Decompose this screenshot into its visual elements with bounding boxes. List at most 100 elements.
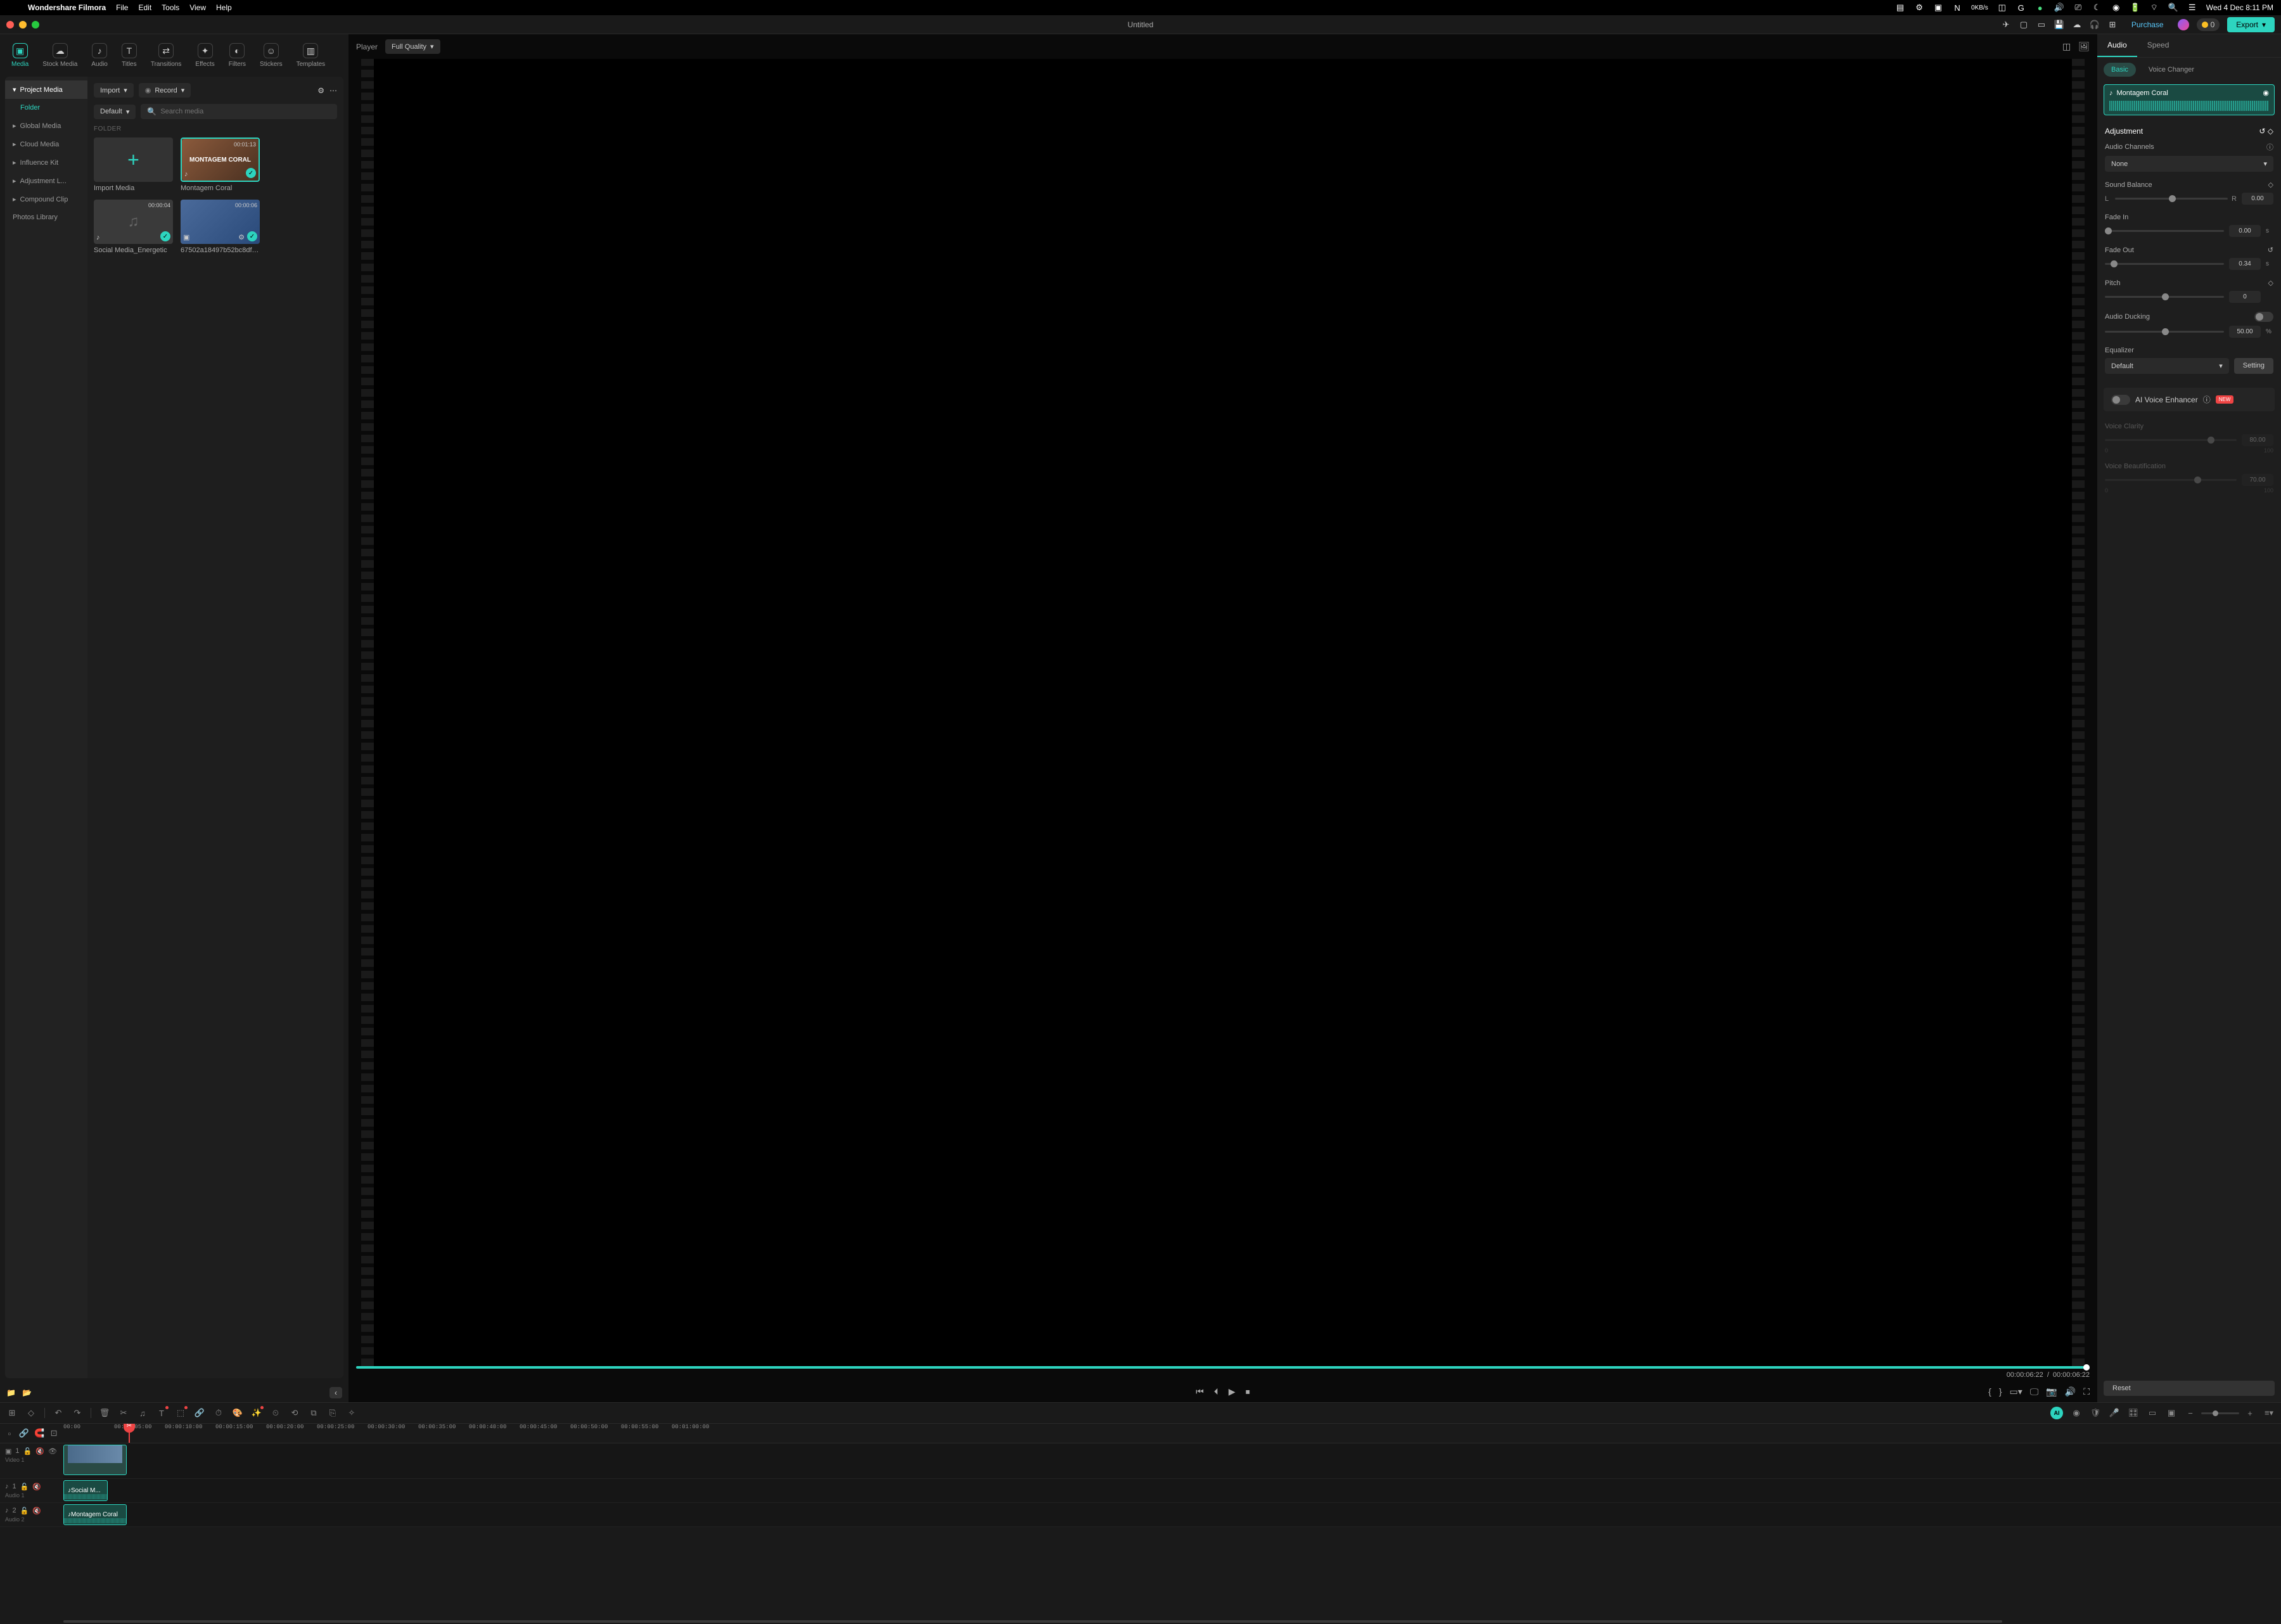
- reset-button[interactable]: Reset: [2104, 1381, 2275, 1396]
- audio-channels-select[interactable]: None▾: [2105, 156, 2273, 172]
- delete-icon[interactable]: 🗑: [99, 1407, 110, 1419]
- save-icon[interactable]: 💾: [2054, 20, 2064, 30]
- quality-dropdown[interactable]: Full Quality▾: [385, 39, 440, 54]
- playhead[interactable]: ✂: [129, 1424, 130, 1443]
- audio-track-icon[interactable]: ♪: [5, 1507, 9, 1515]
- record-dropdown[interactable]: ◉Record▾: [139, 83, 191, 98]
- tab-templates[interactable]: ▥Templates: [290, 39, 332, 72]
- tab-transitions[interactable]: ⇄Transitions: [144, 39, 188, 72]
- prev-frame-button[interactable]: ⏮: [1196, 1386, 1204, 1397]
- playhead-handle-icon[interactable]: ✂: [124, 1424, 135, 1433]
- import-dropdown[interactable]: Import▾: [94, 83, 134, 98]
- marker-tl-icon[interactable]: 🛡: [2090, 1407, 2101, 1419]
- pitch-slider[interactable]: [2105, 296, 2224, 298]
- link-tool-icon[interactable]: 🔗: [194, 1407, 205, 1419]
- minimize-window-button[interactable]: [19, 21, 27, 29]
- tab-stickers[interactable]: ☺Stickers: [253, 39, 289, 72]
- apple-logo-icon[interactable]: [8, 3, 18, 13]
- video-track-body[interactable]: [63, 1443, 2281, 1478]
- device-icon[interactable]: ▢: [2019, 20, 2029, 30]
- user-tray-icon[interactable]: ◉: [2111, 3, 2121, 13]
- sidebar-project-media[interactable]: ▾Project Media: [5, 80, 87, 99]
- sidebar-adjustment-layer[interactable]: ▸Adjustment L...: [5, 172, 87, 190]
- search-media-input[interactable]: [160, 108, 331, 115]
- cut-icon[interactable]: ✂: [118, 1407, 129, 1419]
- track-snap-icon[interactable]: ⊡: [49, 1428, 58, 1439]
- media-item-social[interactable]: ♫ 00:00:04 ♪ ✓ Social Media_Energetic: [94, 200, 173, 254]
- menu-help[interactable]: Help: [216, 3, 232, 12]
- keyframe-icon[interactable]: ◇: [2268, 181, 2273, 189]
- subtab-voice-changer[interactable]: Voice Changer: [2141, 63, 2202, 77]
- copy-tool-icon[interactable]: ⎘: [327, 1407, 338, 1419]
- image-icon[interactable]: 🖼: [2078, 41, 2090, 52]
- media-item-montagem[interactable]: MONTAGEM CORAL 00:01:13 ♪ ✓ Montagem Cor…: [181, 137, 260, 192]
- keyframe-icon[interactable]: ◇: [2268, 279, 2273, 287]
- menu-file[interactable]: File: [116, 3, 128, 12]
- send-icon[interactable]: ✈: [2001, 20, 2011, 30]
- mixer-tl-icon[interactable]: 🎛: [2128, 1407, 2139, 1419]
- grammarly-tray-icon[interactable]: G: [2016, 3, 2026, 13]
- scrub-handle[interactable]: [2083, 1364, 2090, 1371]
- lasso-tool-icon[interactable]: ◇: [25, 1407, 37, 1419]
- track-magnet-icon[interactable]: 🧲: [34, 1428, 44, 1439]
- track-link-icon[interactable]: 🔗: [19, 1428, 29, 1439]
- timeline-ruler[interactable]: 00:0000:00:05:0000:00:10:0000:00:15:0000…: [63, 1424, 2281, 1443]
- mute-icon[interactable]: 🔇: [35, 1447, 44, 1455]
- ratio-tl-icon[interactable]: ▭: [2147, 1407, 2158, 1419]
- new-folder-icon[interactable]: 📂: [22, 1388, 32, 1397]
- redo-icon[interactable]: ↷: [72, 1407, 83, 1419]
- tab-media[interactable]: ▣Media: [5, 39, 35, 72]
- zoom-out-icon[interactable]: −: [2185, 1407, 2196, 1419]
- step-back-button[interactable]: ⏴: [1214, 1386, 1218, 1397]
- tab-stock-media[interactable]: ☁Stock Media: [36, 39, 84, 72]
- player-scrubber[interactable]: [356, 1366, 2090, 1369]
- pitch-value[interactable]: 0: [2229, 291, 2261, 303]
- headphones-icon[interactable]: 🎧: [2090, 20, 2100, 30]
- close-window-button[interactable]: [6, 21, 14, 29]
- purchase-button[interactable]: Purchase: [2125, 18, 2170, 32]
- ai-badge-icon[interactable]: AI: [2050, 1407, 2063, 1419]
- import-media-tile[interactable]: + Import Media: [94, 137, 173, 192]
- sidebar-folder[interactable]: Folder: [5, 99, 87, 117]
- speed-tool-icon[interactable]: ⏱: [213, 1407, 224, 1419]
- sidebar-global-media[interactable]: ▸Global Media: [5, 117, 87, 135]
- zoom-in-icon[interactable]: +: [2244, 1407, 2256, 1419]
- layout-icon[interactable]: ▭: [2036, 20, 2047, 30]
- play-button[interactable]: ▶: [1229, 1386, 1236, 1397]
- equalizer-select[interactable]: Default▾: [2105, 358, 2229, 374]
- mute-icon[interactable]: 🔇: [32, 1483, 41, 1491]
- track-collapse-icon[interactable]: ▫: [5, 1428, 14, 1439]
- wifi-tray-icon[interactable]: ⌔: [2149, 3, 2159, 13]
- sidebar-compound-clip[interactable]: ▸Compound Clip: [5, 190, 87, 208]
- fade-in-value[interactable]: 0.00: [2229, 225, 2261, 237]
- snapshot-button[interactable]: 📷: [2046, 1386, 2057, 1397]
- moon-tray-icon[interactable]: ☾: [2092, 3, 2102, 13]
- compare-icon[interactable]: ◫: [2062, 41, 2071, 52]
- reset-icon[interactable]: ↺: [2268, 246, 2273, 254]
- info-icon[interactable]: ⓘ: [2266, 142, 2273, 152]
- effects-tool-icon[interactable]: ✨: [251, 1407, 262, 1419]
- display-button[interactable]: 🖵: [2030, 1386, 2039, 1397]
- mic-tl-icon[interactable]: 🎤: [2109, 1407, 2120, 1419]
- player-viewport[interactable]: [374, 59, 2072, 1366]
- search-media-box[interactable]: 🔍: [141, 104, 337, 119]
- fullscreen-button[interactable]: ⛶: [2083, 1386, 2090, 1397]
- balance-slider[interactable]: [2115, 198, 2228, 200]
- ducking-toggle[interactable]: [2254, 312, 2273, 322]
- ducking-slider[interactable]: [2105, 331, 2224, 333]
- sort-dropdown[interactable]: Default▾: [94, 105, 136, 119]
- timeline-scrollbar[interactable]: [0, 1619, 2281, 1624]
- keyframe-icon[interactable]: ◇: [2268, 127, 2273, 136]
- lock-icon[interactable]: 🔓: [20, 1483, 29, 1491]
- menubar-datetime[interactable]: Wed 4 Dec 8:11 PM: [2206, 3, 2273, 12]
- tab-effects[interactable]: ✦Effects: [189, 39, 220, 72]
- notion-tray-icon[interactable]: N: [1952, 3, 1962, 13]
- credits-badge[interactable]: 0: [2197, 18, 2220, 31]
- timer-tool-icon[interactable]: ⏲: [270, 1407, 281, 1419]
- mark-out-button[interactable]: }: [1999, 1386, 2002, 1397]
- sidebar-photos-library[interactable]: Photos Library: [5, 208, 87, 226]
- frame-tl-icon[interactable]: ▣: [2166, 1407, 2177, 1419]
- grid-tool-icon[interactable]: ⊞: [6, 1407, 18, 1419]
- menu-view[interactable]: View: [189, 3, 206, 12]
- collapse-sidebar-button[interactable]: ‹: [329, 1387, 342, 1398]
